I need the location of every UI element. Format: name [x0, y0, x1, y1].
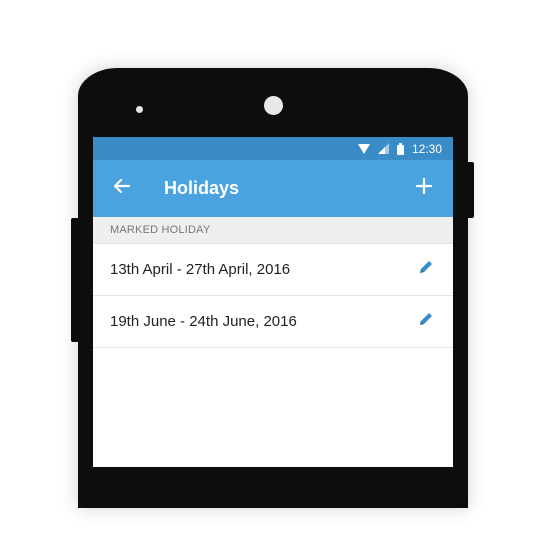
section-header: MARKED HOLIDAY — [93, 217, 453, 244]
mockup-stage: 12:30 Holidays MARKED HOLIDAY 13th April… — [0, 0, 539, 539]
pencil-icon — [418, 311, 434, 332]
phone-screen: 12:30 Holidays MARKED HOLIDAY 13th April… — [93, 137, 453, 467]
status-time: 12:30 — [411, 141, 442, 156]
holiday-row[interactable]: 13th April - 27th April, 2016 — [93, 244, 453, 296]
holiday-row[interactable]: 19th June - 24th June, 2016 — [93, 296, 453, 348]
front-camera — [264, 96, 283, 115]
edit-button[interactable] — [416, 260, 436, 280]
arrow-back-icon — [112, 178, 131, 199]
proximity-sensor — [136, 106, 143, 113]
app-bar: Holidays — [93, 160, 453, 217]
holiday-label: 19th June - 24th June, 2016 — [110, 313, 297, 330]
add-holiday-button[interactable] — [409, 160, 439, 217]
page-title: Holidays — [164, 178, 240, 198]
pencil-icon — [418, 259, 434, 280]
holiday-label: 13th April - 27th April, 2016 — [110, 261, 291, 278]
status-bar: 12:30 — [93, 137, 453, 160]
edit-button[interactable] — [416, 312, 436, 332]
back-button[interactable] — [93, 160, 149, 217]
battery-icon — [396, 142, 404, 155]
signal-icon — [377, 143, 389, 154]
wifi-icon — [357, 143, 370, 154]
plus-icon — [415, 177, 433, 199]
